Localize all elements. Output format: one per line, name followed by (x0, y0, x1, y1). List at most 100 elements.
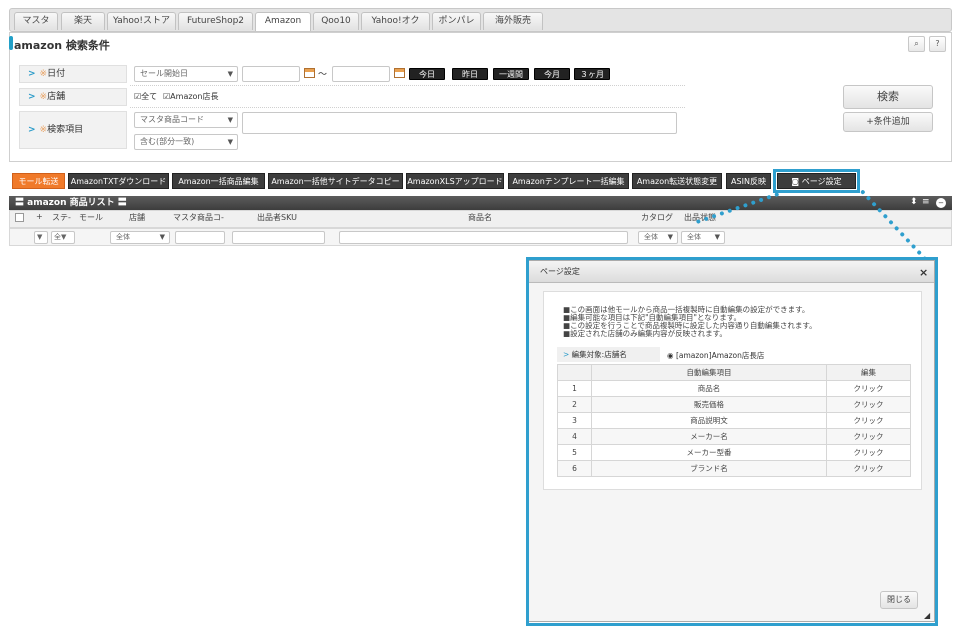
store-filter-select[interactable]: 全体 ▼ (110, 231, 170, 244)
catalog-filter-select[interactable]: 全体 ▼ (638, 231, 678, 244)
cell-no: 2 (557, 396, 592, 413)
drag-icon: 〓 (114, 198, 127, 208)
search-icon[interactable]: ⌕ (908, 36, 925, 52)
store-check-amazon[interactable]: ☑Amazon店長 (163, 91, 219, 102)
today-button[interactable]: 今日 (409, 68, 445, 80)
amazon-status-change-button[interactable]: Amazon転送状態変更 (632, 173, 722, 189)
col-catalog: カタログ (641, 213, 673, 222)
col-master-code: マスタ商品コ- (173, 213, 224, 222)
cell-edit[interactable]: クリック (826, 412, 911, 429)
tab-2[interactable]: Yahoo!ストア (107, 12, 176, 30)
tab-1[interactable]: 楽天 (61, 12, 105, 30)
amazon-template-edit-button[interactable]: Amazonテンプレート一括編集 (508, 173, 629, 189)
help-icon[interactable]: ? (929, 36, 946, 52)
cell-edit[interactable]: クリック (826, 460, 911, 477)
search-field-select[interactable]: マスタ商品コード ▼ (134, 112, 238, 128)
table-row: 4 メーカー名 クリック (557, 428, 911, 445)
col-add: + (36, 212, 43, 221)
cell-no: 6 (557, 460, 592, 477)
cell-item: 商品説明文 (591, 412, 827, 429)
cell-edit[interactable]: クリック (826, 428, 911, 445)
cell-edit[interactable]: クリック (826, 380, 911, 397)
date-from-input[interactable] (242, 66, 300, 82)
collapse-icon[interactable]: − (936, 198, 946, 208)
table-row: 6 ブランド名 クリック (557, 460, 911, 477)
store-check-all[interactable]: ☑全て (134, 91, 157, 102)
date-to-input[interactable] (332, 66, 390, 82)
chevron-right-icon: > (28, 92, 36, 102)
dialog-header: ページ設定 (529, 261, 934, 283)
cell-edit[interactable]: クリック (826, 396, 911, 413)
date-label: > ※日付 (19, 65, 127, 83)
cell-item: ブランド名 (591, 460, 827, 477)
chevron-right-icon: > (28, 69, 36, 79)
tab-6[interactable]: Yahoo!オク (361, 12, 430, 30)
description: ■この画面は他モールから商品一括複製時に自動編集の設定ができます。 ■編集可能な… (563, 305, 817, 338)
close-button[interactable]: 閉じる (880, 591, 918, 609)
listing-status-filter-select[interactable]: 全体 ▼ (681, 231, 725, 244)
cell-item: 販売価格 (591, 396, 827, 413)
col-store: 店舗 (129, 213, 145, 222)
chevron-right-icon: > (563, 350, 572, 359)
search-keyword-textarea[interactable] (242, 112, 677, 134)
table-row: 1 商品名 クリック (557, 380, 911, 397)
product-name-filter-input[interactable] (339, 231, 628, 244)
three-month-button[interactable]: ３ヶ月 (574, 68, 610, 80)
tab-7[interactable]: ポンパレ (432, 12, 481, 30)
month-button[interactable]: 今月 (534, 68, 570, 80)
amazon-copy-data-button[interactable]: Amazon一括他サイトデータコピー (268, 173, 403, 189)
cell-item: 商品名 (591, 380, 827, 397)
add-condition-button[interactable]: +条件追加 (843, 112, 933, 132)
cell-no: 5 (557, 444, 592, 461)
target-label: > 編集対象:店舗名 (557, 347, 660, 362)
calendar-icon[interactable] (304, 68, 315, 78)
date-type-select[interactable]: セール開始日 ▼ (134, 66, 238, 82)
week-button[interactable]: 一週間 (493, 68, 529, 80)
cell-edit[interactable]: クリック (826, 444, 911, 461)
master-code-filter-input[interactable] (175, 231, 225, 244)
title-accent-bar (9, 36, 13, 50)
cell-no: 4 (557, 428, 592, 445)
amazon-txt-download-button[interactable]: AmazonTXTダウンロード (68, 173, 169, 189)
sku-filter-input[interactable] (232, 231, 325, 244)
status-filter-select[interactable]: 全▼ (51, 231, 75, 244)
tab-8[interactable]: 海外販売 (483, 12, 543, 30)
search-button[interactable]: 検索 (843, 85, 933, 109)
select-all-checkbox[interactable] (15, 213, 24, 222)
table-row: 3 商品説明文 クリック (557, 412, 911, 429)
divider (130, 107, 685, 108)
filter-select[interactable]: ▼ (34, 231, 48, 244)
match-type-select[interactable]: 含む(部分一致) ▼ (134, 134, 238, 150)
col-item: 自動編集項目 (591, 364, 827, 381)
amazon-bulk-edit-button[interactable]: Amazon一括商品編集 (172, 173, 265, 189)
col-sku: 出品者SKU (257, 213, 297, 222)
cell-item: メーカー型番 (591, 444, 827, 461)
tab-0[interactable]: マスタ (14, 12, 58, 30)
search-title: amazon 検索条件 (14, 39, 110, 52)
tab-3[interactable]: FutureShop2 (178, 12, 253, 30)
resize-handle-icon[interactable]: ◢ (924, 611, 930, 620)
cell-no: 1 (557, 380, 592, 397)
col-status: ステ- (52, 213, 71, 222)
mall-transfer-button[interactable]: モール転送 (12, 173, 65, 189)
auto-edit-table: 自動編集項目 編集 1 商品名 クリック 2 販売価格 クリック 3 商品説明文 クリック 4 メー… (557, 364, 911, 477)
amazon-xls-upload-button[interactable]: AmazonXLSアップロード (406, 173, 504, 189)
drag-icon: 〓 (15, 198, 28, 208)
calendar-icon[interactable] (394, 68, 405, 78)
tab-4[interactable]: Amazon (255, 12, 311, 31)
yesterday-button[interactable]: 昨日 (452, 68, 488, 80)
close-icon[interactable]: × (919, 266, 928, 279)
sort-icon[interactable]: ⬍ (910, 197, 918, 207)
highlight-box (773, 169, 860, 193)
target-radio[interactable]: ◉ [amazon]Amazon店長店 (667, 350, 764, 361)
divider (130, 85, 685, 86)
cell-no: 3 (557, 412, 592, 429)
asin-apply-button[interactable]: ASIN反映 (726, 173, 771, 189)
list-header: 〓 amazon 商品リスト 〓 (9, 196, 952, 210)
table-row: 5 メーカー型番 クリック (557, 444, 911, 461)
tab-5[interactable]: Qoo10 (313, 12, 359, 30)
search-item-label: > ※検索項目 (19, 111, 127, 149)
radio-selected-icon[interactable]: ◉ (667, 351, 676, 360)
menu-icon[interactable]: ≡ (922, 197, 930, 207)
cell-item: メーカー名 (591, 428, 827, 445)
